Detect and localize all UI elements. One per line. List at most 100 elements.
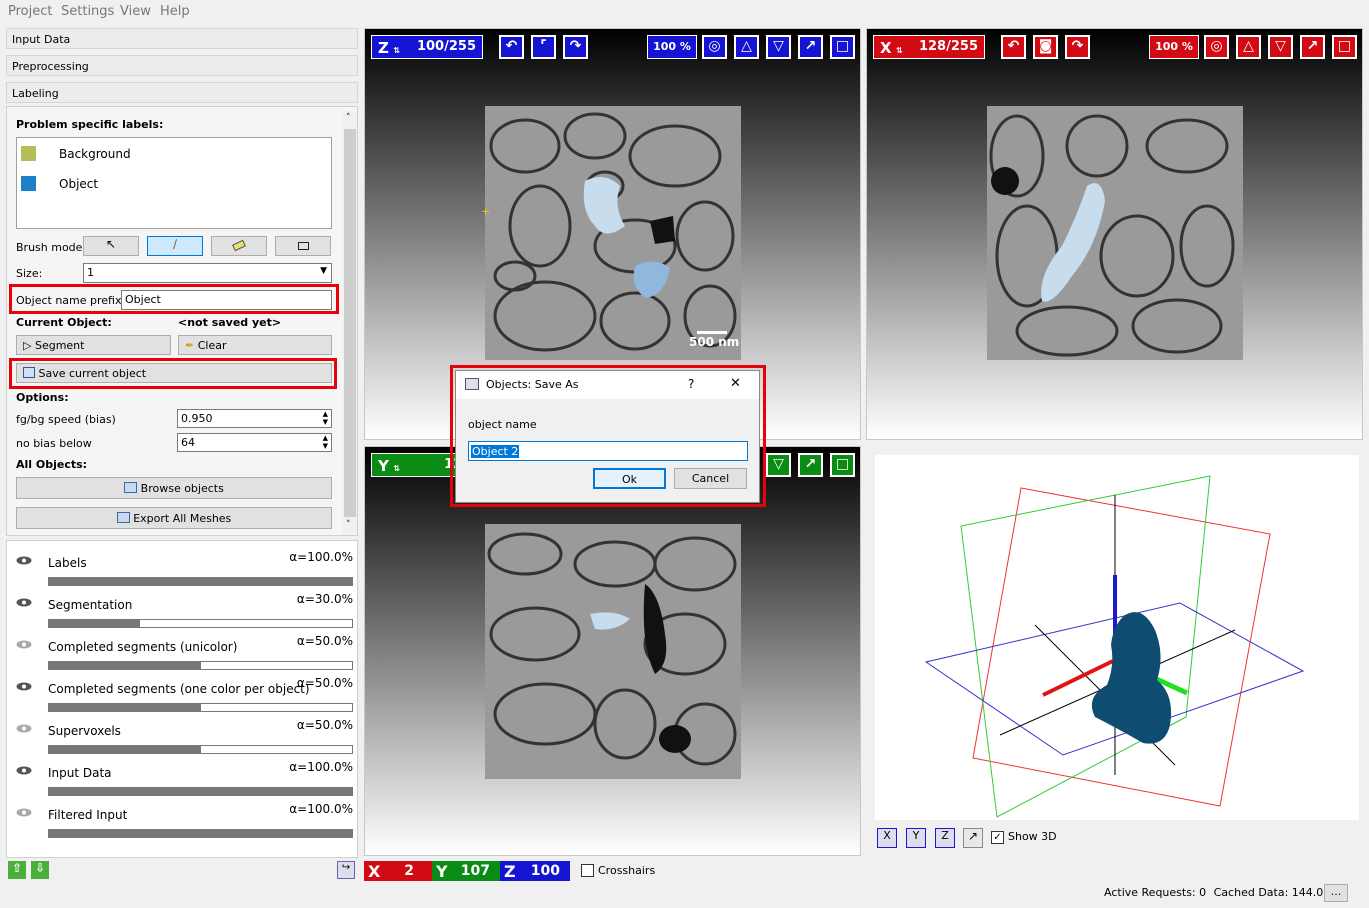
crosshairs-checkbox[interactable] xyxy=(581,864,594,877)
triangle-down-icon[interactable]: ▽ xyxy=(766,35,791,59)
more-button[interactable]: ... xyxy=(1324,884,1348,902)
speed-spinbox[interactable]: 0.950 ▲ ▼ xyxy=(177,409,332,428)
panel-scrollbar[interactable]: ˄ ˅ xyxy=(343,111,357,535)
opacity-fill xyxy=(49,662,201,669)
export-meshes-button[interactable]: Export All Meshes xyxy=(16,507,332,529)
play-icon: ▷ xyxy=(23,339,32,352)
rotate-right-icon[interactable]: ↷ xyxy=(563,35,588,59)
triangle-up-icon[interactable]: △ xyxy=(734,35,759,59)
em-image-z[interactable]: 500 nm xyxy=(485,106,741,360)
applet-preprocessing[interactable]: Preprocessing xyxy=(6,55,358,76)
rotate-left-icon[interactable]: ↶ xyxy=(1001,35,1026,59)
show-3d-checkbox[interactable]: ✓ xyxy=(991,831,1004,844)
z-slice-spinbox[interactable]: Z ⇅ 100/255 xyxy=(371,35,483,59)
label-object[interactable]: Object xyxy=(59,177,98,191)
menu-view[interactable]: View xyxy=(120,4,151,19)
layer-item[interactable]: Segmentation α=30.0% xyxy=(7,587,357,629)
expand-icon[interactable]: ↗ xyxy=(963,828,983,848)
x-slice-view[interactable]: X ⇅ 128/255 ↶ ◙ ↷ 100 % ◎ △ ▽ ↗ □ xyxy=(866,28,1363,440)
eraser-mode-button[interactable] xyxy=(211,236,267,256)
eye-icon[interactable] xyxy=(16,598,32,607)
rotate-left-icon[interactable]: ↶ xyxy=(499,35,524,59)
layer-name: Completed segments (unicolor) xyxy=(48,640,238,654)
chevron-up-icon[interactable]: ˄ xyxy=(346,113,351,123)
x-coord-label: X xyxy=(368,862,381,881)
arrow-up-icon[interactable]: ⇧ xyxy=(8,861,26,879)
menu-settings[interactable]: Settings xyxy=(61,4,114,19)
opacity-fill xyxy=(49,788,352,795)
clear-button[interactable]: ✒ Clear xyxy=(178,335,332,355)
navigation-mode-button[interactable]: ↖ xyxy=(83,236,139,256)
layer-item[interactable]: Completed segments (unicolor) α=50.0% xyxy=(7,629,357,671)
rotate-right-icon[interactable]: ↷ xyxy=(1065,35,1090,59)
triangle-up-icon[interactable]: △ xyxy=(1236,35,1261,59)
spin-arrows-icon[interactable]: ▲ ▼ xyxy=(323,410,328,426)
em-image-x[interactable] xyxy=(987,106,1243,360)
expand-icon[interactable]: ↗ xyxy=(798,453,823,477)
applet-labeling[interactable]: Labeling xyxy=(6,82,358,103)
maximize-icon[interactable]: □ xyxy=(830,35,855,59)
eye-icon[interactable] xyxy=(16,556,32,565)
export-layer-icon[interactable]: ↪ xyxy=(337,861,355,879)
opacity-slider[interactable] xyxy=(48,661,353,670)
opacity-slider[interactable] xyxy=(48,577,353,586)
layer-item[interactable]: Completed segments (one color per object… xyxy=(7,671,357,713)
maximize-icon[interactable]: □ xyxy=(1332,35,1357,59)
em-texture xyxy=(485,524,741,779)
label-background[interactable]: Background xyxy=(59,147,131,161)
3d-scene xyxy=(924,475,1305,818)
expand-icon[interactable]: ↗ xyxy=(1300,35,1325,59)
z-slice-value: 100/255 xyxy=(416,39,476,54)
arrow-down-icon[interactable]: ⇩ xyxy=(31,861,49,879)
maximize-icon[interactable]: □ xyxy=(830,453,855,477)
layer-item[interactable]: Filtered Input α=100.0% xyxy=(7,797,357,839)
brush-size-select[interactable]: 1 ▼ xyxy=(83,263,332,283)
camera-icon[interactable]: ◎ xyxy=(702,35,727,59)
export-icon xyxy=(116,512,130,523)
brush-mode-button[interactable]: ∕ xyxy=(147,236,203,256)
spin-arrows-icon[interactable]: ▲ ▼ xyxy=(323,434,328,450)
x-slice-spinbox[interactable]: X ⇅ 128/255 xyxy=(873,35,985,59)
em-image-y[interactable] xyxy=(485,524,741,779)
3d-view-container: X Y Z ↗ ✓ Show 3D xyxy=(866,446,1363,856)
layer-item[interactable]: Supervoxels α=50.0% xyxy=(7,713,357,755)
pointer-icon: ↖ xyxy=(105,237,117,251)
layer-item[interactable]: Input Data α=100.0% xyxy=(7,755,357,797)
eye-icon[interactable] xyxy=(16,724,32,733)
eye-icon[interactable] xyxy=(16,808,32,817)
scrollbar-thumb[interactable] xyxy=(344,129,356,517)
z-axis-toggle-icon[interactable]: Z xyxy=(935,828,955,848)
menu-project[interactable]: Project xyxy=(8,4,52,19)
swap-axes-icon[interactable]: ⌜ xyxy=(531,35,556,59)
segment-button[interactable]: ▷ Segment xyxy=(16,335,171,355)
triangle-down-icon[interactable]: ▽ xyxy=(766,453,791,477)
swap-axes-icon[interactable]: ◙ xyxy=(1033,35,1058,59)
browse-objects-button[interactable]: Browse objects xyxy=(16,477,332,499)
y-axis-toggle-icon[interactable]: Y xyxy=(906,828,926,848)
layer-item[interactable]: Labels α=100.0% xyxy=(7,545,357,587)
opacity-slider[interactable] xyxy=(48,703,353,712)
x-zoom-level[interactable]: 100 % xyxy=(1149,35,1199,59)
camera-icon[interactable]: ◎ xyxy=(1204,35,1229,59)
opacity-slider[interactable] xyxy=(48,619,353,628)
opacity-slider[interactable] xyxy=(48,787,353,796)
z-zoom-level[interactable]: 100 % xyxy=(647,35,697,59)
y-slice-view[interactable]: Y ⇅ 128/ ▽ ↗ □ xyxy=(364,446,861,856)
opacity-slider[interactable] xyxy=(48,829,353,838)
eye-icon[interactable] xyxy=(16,766,32,775)
triangle-down-icon[interactable]: ▽ xyxy=(1268,35,1293,59)
eye-icon[interactable] xyxy=(16,682,32,691)
label-color-swatch[interactable] xyxy=(21,146,36,161)
x-axis-toggle-icon[interactable]: X xyxy=(877,828,897,848)
nobias-spinbox[interactable]: 64 ▲ ▼ xyxy=(177,433,332,452)
eye-icon[interactable] xyxy=(16,640,32,649)
threshold-mode-button[interactable] xyxy=(275,236,331,256)
3d-view[interactable] xyxy=(875,455,1359,820)
applet-input-data[interactable]: Input Data xyxy=(6,28,358,49)
opacity-slider[interactable] xyxy=(48,745,353,754)
menu-help[interactable]: Help xyxy=(160,4,190,19)
chevron-down-icon[interactable]: ˅ xyxy=(346,520,351,530)
scale-bar-label: 500 nm xyxy=(689,335,740,349)
label-color-swatch[interactable] xyxy=(21,176,36,191)
expand-icon[interactable]: ↗ xyxy=(798,35,823,59)
